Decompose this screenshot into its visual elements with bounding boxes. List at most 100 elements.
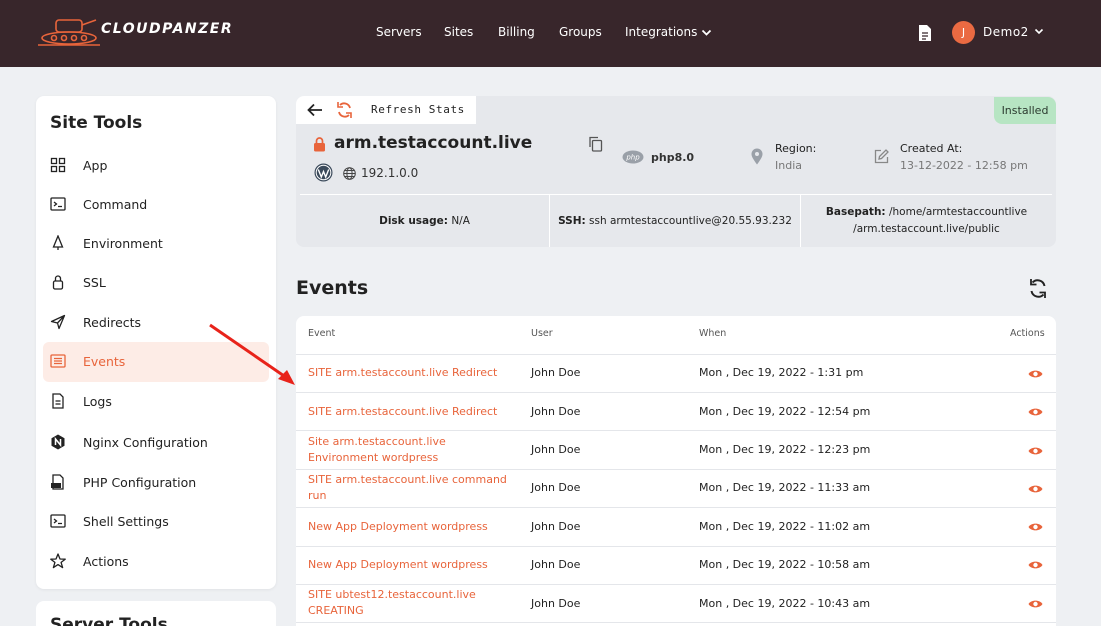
- grid-icon: [50, 157, 66, 173]
- arrow-left-icon[interactable]: [306, 102, 324, 118]
- send-icon: [50, 314, 66, 330]
- lock-icon: [52, 275, 64, 290]
- column-header-user: User: [531, 328, 553, 339]
- sidebar-item-ssl[interactable]: SSL: [43, 263, 269, 303]
- nginx-icon: [51, 434, 65, 450]
- divider: [296, 546, 1056, 547]
- event-user: John Doe: [531, 597, 581, 610]
- map-pin-icon: [751, 148, 763, 165]
- wordpress-icon: [314, 163, 333, 182]
- annotation-arrow-icon: [209, 323, 295, 385]
- event-time: Mon , Dec 19, 2022 - 10:58 am: [699, 558, 871, 571]
- event-time: Mon , Dec 19, 2022 - 11:02 am: [699, 520, 871, 533]
- edit-icon: [874, 149, 889, 164]
- php-icon: php: [622, 150, 644, 164]
- event-time: Mon , Dec 19, 2022 - 10:43 am: [699, 597, 871, 610]
- sidebar-item-environment[interactable]: Environment: [43, 224, 269, 264]
- event-link[interactable]: SITE arm.testaccount.live Redirect: [308, 404, 518, 420]
- event-user: John Doe: [531, 558, 581, 571]
- php-file-icon: [51, 474, 64, 490]
- eye-icon[interactable]: [1028, 522, 1043, 532]
- nav-groups[interactable]: Groups: [559, 25, 602, 39]
- column-header-when: When: [699, 328, 727, 339]
- refresh-icon[interactable]: [1028, 278, 1048, 299]
- brand-name: CLOUDPANZER: [101, 21, 234, 37]
- sidebar-item-label: Redirects: [83, 315, 142, 330]
- basepath-value: /home/armtestaccountlive: [888, 206, 1028, 218]
- disk-usage-label: Disk usage:: [379, 214, 448, 227]
- nav-sites[interactable]: Sites: [444, 25, 473, 39]
- events-table: [296, 316, 1056, 626]
- svg-text:php: php: [625, 154, 640, 162]
- eye-icon[interactable]: [1028, 560, 1043, 570]
- event-time: Mon , Dec 19, 2022 - 11:33 am: [699, 481, 871, 494]
- column-header-event: Event: [308, 328, 336, 339]
- sidebar-item-label: SSL: [83, 275, 106, 290]
- eye-icon[interactable]: [1028, 446, 1043, 456]
- event-link[interactable]: SITE arm.testaccount.live Redirect: [308, 365, 518, 381]
- sidebar-item-php-configuration[interactable]: PHP Configuration: [43, 463, 269, 503]
- eye-icon[interactable]: [1028, 599, 1043, 609]
- eye-icon[interactable]: [1028, 369, 1043, 379]
- star-icon: [50, 553, 66, 569]
- chevron-down-icon[interactable]: [1034, 28, 1044, 36]
- column-header-actions: Actions: [1010, 328, 1045, 339]
- list-icon: [50, 354, 66, 368]
- nav-servers[interactable]: Servers: [376, 25, 422, 39]
- event-link[interactable]: New App Deployment wordpress: [308, 519, 518, 535]
- divider: [296, 584, 1056, 585]
- sidebar-item-actions[interactable]: Actions: [43, 542, 269, 582]
- sidebar-item-command[interactable]: Command: [43, 185, 269, 225]
- sidebar-title: Site Tools: [50, 113, 143, 133]
- basepath-info: Basepath: /home/armtestaccountlive/arm.t…: [801, 195, 1052, 247]
- sidebar-item-label: Nginx Configuration: [83, 435, 208, 450]
- event-time: Mon , Dec 19, 2022 - 1:31 pm: [699, 366, 864, 379]
- sidebar-item-label: Command: [83, 197, 148, 212]
- created-label: Created At:: [900, 142, 963, 155]
- nav-integrations[interactable]: Integrations: [625, 25, 697, 39]
- region-value: India: [775, 159, 802, 172]
- ip-address: 192.1.0.0: [361, 166, 419, 180]
- disk-usage: Disk usage: N/A: [300, 195, 549, 247]
- divider: [296, 622, 1056, 623]
- divider: [296, 354, 1056, 355]
- sidebar-item-label: Actions: [83, 554, 129, 569]
- sidebar-item-label: Environment: [83, 236, 163, 251]
- region-label: Region:: [775, 142, 817, 155]
- event-time: Mon , Dec 19, 2022 - 12:54 pm: [699, 405, 871, 418]
- event-link[interactable]: SITE ubtest12.testaccount.live CREATING: [308, 587, 478, 619]
- globe-icon: [343, 167, 356, 180]
- event-user: John Doe: [531, 443, 581, 456]
- eye-icon[interactable]: [1028, 484, 1043, 494]
- event-link[interactable]: SITE arm.testaccount.live command run: [308, 472, 508, 504]
- sidebar-item-label: Events: [83, 354, 126, 369]
- php-version: php8.0: [651, 151, 695, 164]
- refresh-stats-button[interactable]: Refresh Stats: [371, 103, 465, 116]
- sidebar-item-app[interactable]: App: [43, 146, 269, 186]
- basepath-value: /arm.testaccount.live/public: [853, 223, 1000, 235]
- status-badge: Installed: [994, 97, 1056, 124]
- event-user: John Doe: [531, 520, 581, 533]
- event-user: John Doe: [531, 366, 581, 379]
- ssh-value: ssh armtestaccountlive@20.55.93.232: [589, 214, 792, 227]
- site-name: arm.testaccount.live: [334, 133, 533, 153]
- lock-icon: [314, 137, 325, 152]
- event-link[interactable]: New App Deployment wordpress: [308, 557, 518, 573]
- file-icon: [52, 393, 64, 409]
- nav-billing[interactable]: Billing: [498, 25, 535, 39]
- sidebar-item-label: Shell Settings: [83, 514, 169, 529]
- copy-icon[interactable]: [588, 136, 603, 152]
- chevron-down-icon[interactable]: [701, 29, 712, 37]
- eye-icon[interactable]: [1028, 407, 1043, 417]
- tree-icon: [52, 235, 64, 250]
- page-title: Events: [296, 277, 369, 299]
- user-name[interactable]: Demo2: [983, 25, 1029, 39]
- sidebar-item-shell-settings[interactable]: Shell Settings: [43, 502, 269, 542]
- event-user: John Doe: [531, 481, 581, 494]
- event-link[interactable]: Site arm.testaccount.live Environment wo…: [308, 434, 478, 466]
- refresh-icon[interactable]: [336, 101, 353, 119]
- sidebar-item-nginx-configuration[interactable]: Nginx Configuration: [43, 423, 269, 463]
- divider: [296, 507, 1056, 508]
- document-icon[interactable]: [917, 24, 933, 42]
- avatar[interactable]: J: [952, 21, 975, 44]
